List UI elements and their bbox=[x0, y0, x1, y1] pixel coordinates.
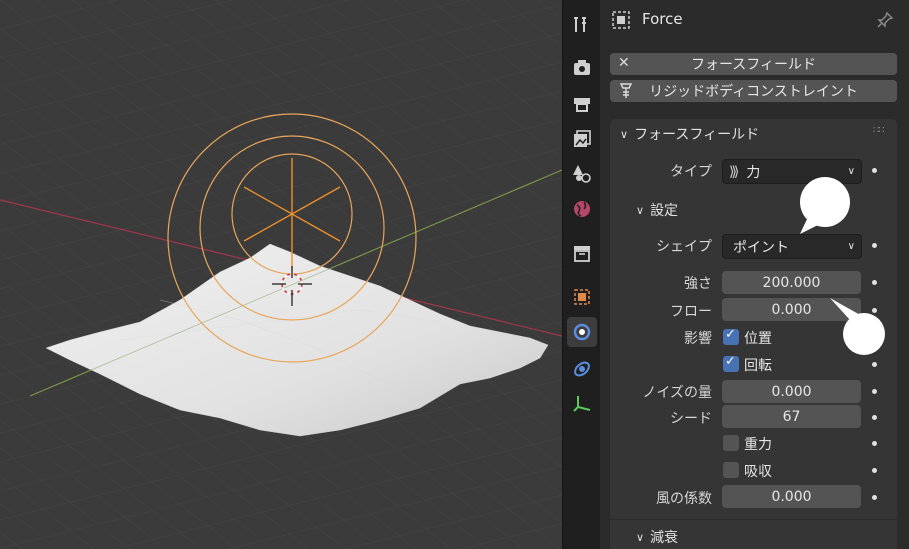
properties-editor: Force ✕ フォースフィールド リジッドボディコンストレイント ∨ フォース… bbox=[600, 0, 909, 549]
output-icon bbox=[574, 98, 590, 112]
shape-label: シェイプ bbox=[656, 239, 712, 255]
animate-property-dot[interactable] bbox=[872, 280, 877, 285]
render-icon bbox=[574, 60, 590, 75]
divider bbox=[610, 519, 897, 520]
callout-bubble-bottom bbox=[830, 298, 885, 355]
chevron-down-icon: ∨ bbox=[620, 127, 629, 141]
render-tab[interactable] bbox=[567, 52, 597, 82]
rigid-body-constraint-button[interactable]: リジッドボディコンストレイント bbox=[610, 80, 897, 102]
callout-bubble-top bbox=[800, 177, 850, 234]
remove-force-field-button[interactable]: ✕ フォースフィールド bbox=[610, 53, 897, 75]
seed-label: シード bbox=[670, 411, 712, 427]
object-tab[interactable] bbox=[567, 282, 597, 312]
data-tab[interactable] bbox=[567, 388, 597, 418]
gravity-label: 重力 bbox=[744, 437, 772, 453]
noise-field[interactable]: 0.000 bbox=[722, 380, 861, 403]
constraints-tab[interactable] bbox=[567, 354, 597, 384]
constraint-icon bbox=[619, 83, 633, 98]
collection-icon bbox=[574, 246, 590, 262]
chevron-down-icon: ∨ bbox=[636, 530, 645, 544]
rigid-body-constraint-label: リジッドボディコンストレイント bbox=[649, 84, 858, 100]
object-icon bbox=[612, 11, 630, 29]
animate-property-dot[interactable] bbox=[872, 495, 877, 500]
absorption-label: 吸収 bbox=[744, 464, 772, 480]
animate-property-dot[interactable] bbox=[872, 415, 877, 420]
wind-factor-label: 風の係数 bbox=[656, 491, 712, 507]
wind-factor-field[interactable]: 0.000 bbox=[722, 485, 861, 508]
animate-property-dot[interactable] bbox=[872, 468, 877, 473]
close-icon: ✕ bbox=[618, 55, 630, 71]
view-layer-tab[interactable] bbox=[567, 124, 597, 154]
constraints-icon bbox=[574, 361, 590, 377]
falloff-section-header[interactable]: ∨ 減衰 bbox=[636, 527, 678, 547]
animate-property-dot[interactable] bbox=[872, 389, 877, 394]
animate-property-dot[interactable] bbox=[872, 168, 877, 173]
scene-tab[interactable] bbox=[567, 158, 597, 188]
tool-icon bbox=[574, 17, 586, 32]
collection-tab[interactable] bbox=[567, 238, 597, 268]
noise-label: ノイズの量 bbox=[642, 385, 712, 401]
world-tab[interactable] bbox=[567, 194, 597, 224]
chevron-down-icon: ∨ bbox=[636, 203, 645, 217]
animate-property-dot[interactable] bbox=[872, 243, 877, 248]
flow-label: フロー bbox=[670, 304, 712, 320]
force-field-button-label: フォースフィールド bbox=[690, 57, 817, 73]
data-icon bbox=[573, 396, 591, 412]
seed-field[interactable]: 67 bbox=[722, 405, 861, 428]
3d-viewport[interactable] bbox=[0, 0, 562, 549]
viewport-scene bbox=[0, 0, 562, 549]
checkmark-icon: ✓ bbox=[725, 327, 736, 342]
location-checkbox[interactable]: ✓ bbox=[723, 327, 739, 345]
world-icon bbox=[574, 201, 590, 217]
rotation-checkbox[interactable]: ✓ bbox=[723, 354, 739, 372]
physics-tab[interactable] bbox=[567, 317, 597, 347]
type-label: タイプ bbox=[670, 164, 712, 180]
force-icon: ⟩⟩⟩ bbox=[729, 163, 740, 180]
settings-title: 設定 bbox=[650, 203, 679, 219]
settings-section-header[interactable]: ∨ 設定 bbox=[636, 200, 678, 220]
force-field-panel-header[interactable]: ∨ フォースフィールド bbox=[620, 124, 759, 144]
affect-label: 影響 bbox=[684, 331, 712, 347]
strength-label: 強さ bbox=[684, 276, 712, 292]
drag-handle-icon[interactable]: ∷∷ bbox=[873, 125, 885, 136]
view-layer-icon bbox=[574, 130, 591, 147]
rotation-label: 回転 bbox=[744, 358, 772, 374]
location-label: 位置 bbox=[744, 331, 772, 347]
object-icon bbox=[574, 289, 590, 305]
absorption-checkbox[interactable] bbox=[723, 462, 739, 478]
scene-icon bbox=[573, 165, 591, 183]
physics-icon bbox=[573, 323, 591, 341]
tool-tab[interactable] bbox=[567, 10, 597, 40]
properties-tab-strip bbox=[562, 0, 601, 549]
properties-header: Force bbox=[600, 0, 909, 40]
falloff-title: 減衰 bbox=[650, 530, 679, 546]
checkmark-icon: ✓ bbox=[725, 354, 736, 369]
chevron-down-icon: ∨ bbox=[847, 241, 855, 252]
animate-property-dot[interactable] bbox=[872, 441, 877, 446]
gravity-checkbox[interactable] bbox=[723, 435, 739, 451]
animate-property-dot[interactable] bbox=[872, 362, 877, 367]
type-value: 力 bbox=[746, 164, 761, 181]
output-tab[interactable] bbox=[567, 88, 597, 118]
shape-value: ポイント bbox=[733, 239, 789, 256]
object-name: Force bbox=[642, 10, 683, 28]
pin-icon[interactable] bbox=[876, 11, 894, 29]
panel-title: フォースフィールド bbox=[634, 127, 760, 143]
